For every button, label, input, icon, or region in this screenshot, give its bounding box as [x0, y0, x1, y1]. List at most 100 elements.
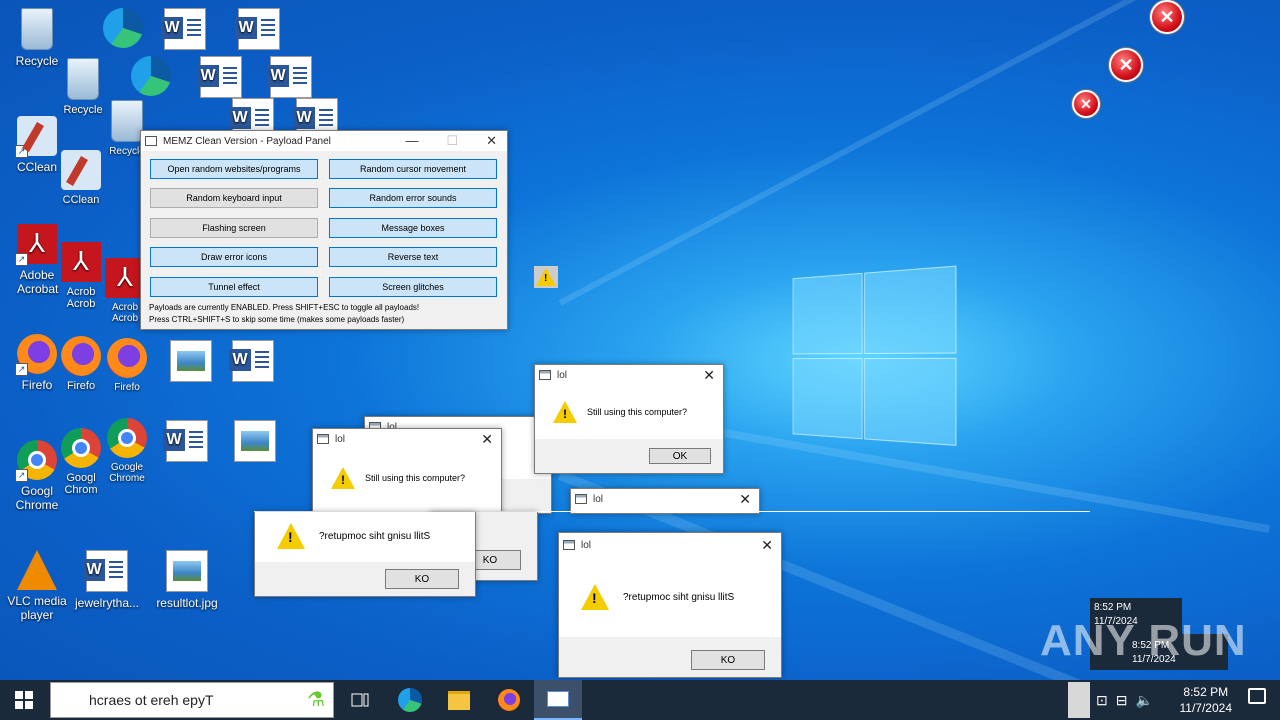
image-file-icon [166, 550, 208, 592]
title-bar: lol [559, 533, 781, 557]
close-icon[interactable]: ✕ [703, 367, 715, 384]
maximize-icon[interactable]: ☐ [446, 133, 458, 149]
windows-start-icon [15, 691, 33, 709]
payload-toggle-button[interactable]: Random cursor movement [329, 159, 497, 179]
word-document[interactable] [152, 420, 222, 466]
shortcut-arrow-icon: ↗ [15, 145, 28, 158]
taskbar-clock[interactable]: 8:52 PM 11/7/2024 [1180, 684, 1233, 716]
payload-toggle-button[interactable]: Open random websites/programs [150, 159, 318, 179]
ok-button[interactable]: KO [691, 650, 765, 670]
icon-label: CClean [62, 194, 100, 206]
close-icon[interactable]: ✕ [481, 431, 493, 448]
message-box-reversed: ! ?retupmoc siht gnisu llitS KO [254, 512, 476, 597]
minimize-icon[interactable]: — [405, 133, 418, 149]
payload-toggle-button[interactable]: Draw error icons [150, 247, 318, 267]
wifi-icon[interactable]: ⊟ [1116, 692, 1136, 708]
ok-button[interactable]: KO [385, 569, 459, 589]
error-icon: ✕ [1150, 0, 1184, 34]
show-desktop-strip[interactable] [1068, 682, 1090, 718]
search-input[interactable]: hcraes ot ereh epyT ⚗ [50, 682, 334, 718]
word-document-icon [83, 550, 128, 592]
payload-toggle-button[interactable]: Random error sounds [329, 188, 497, 208]
word-document[interactable] [256, 56, 326, 102]
window-title: MEMZ Clean Version - Payload Panel [163, 135, 331, 147]
edge-icon-item[interactable] [116, 56, 186, 100]
memz-taskbar-icon[interactable] [534, 680, 582, 720]
image-file-icon [234, 420, 276, 462]
word-document-icon [163, 420, 208, 462]
clock-date: 11/7/2024 [1179, 701, 1233, 715]
ok-button[interactable]: OK [649, 448, 711, 464]
volume-icon[interactable]: 🔈 [1135, 692, 1160, 708]
error-icon: ✕ [1072, 90, 1100, 118]
icon-label: Google Chrome [109, 462, 145, 484]
dialog-title: lol [593, 493, 604, 505]
word-document[interactable] [224, 8, 294, 54]
firefox-taskbar-icon[interactable] [493, 684, 525, 716]
windows-logo-wallpaper [792, 265, 967, 456]
payload-toggle-button[interactable]: Random keyboard input [150, 188, 318, 208]
status-text: Press CTRL+SHIFT+S to skip some time (ma… [149, 315, 405, 324]
warning-icon: ! [534, 266, 558, 288]
icon-label: Acrob Acrob [111, 302, 139, 324]
edge-icon-item[interactable] [88, 8, 158, 52]
payload-toggle-button[interactable]: Message boxes [329, 218, 497, 238]
dialog-title: lol [335, 433, 346, 445]
firefox-shortcut-copy[interactable]: Firefo [92, 338, 162, 393]
payload-panel-window: MEMZ Clean Version - Payload Panel — ☐ ✕… [140, 130, 508, 330]
app-icon [145, 136, 157, 146]
watermark-text: ANY RUN [1040, 616, 1247, 665]
ccleaner-shortcut-copy[interactable]: CClean [46, 150, 116, 206]
dialog-footer: KO [559, 637, 781, 677]
dialog-title: lol [581, 539, 592, 551]
dialog-message: Still using this computer? [365, 473, 466, 483]
payload-toggle-button[interactable]: Screen glitches [329, 277, 497, 297]
title-bar: lol [571, 489, 759, 509]
chrome-icon [107, 418, 147, 458]
recycle-bin-icon [111, 100, 143, 142]
icon-label: resultlot.jpg [156, 596, 218, 610]
warning-icon: ! [331, 467, 355, 489]
word-document-icon [267, 56, 312, 98]
image-file[interactable] [156, 340, 226, 386]
network-icon[interactable]: ⊡ [1096, 692, 1116, 708]
close-icon[interactable]: ✕ [739, 491, 751, 508]
recycle-bin-icon [67, 58, 99, 100]
light-ray [558, 0, 1198, 306]
word-document[interactable] [218, 340, 288, 386]
image-file[interactable] [220, 420, 290, 466]
message-box-reversed: lol ✕ ! ?retupmoc siht gnisu llitS KO [558, 532, 782, 678]
firefox-icon [107, 338, 147, 378]
app-icon [539, 370, 551, 380]
image-file[interactable]: resultlot.jpg [152, 550, 222, 610]
word-document[interactable] [186, 56, 256, 102]
word-document[interactable]: jewelrytha... [72, 550, 142, 610]
vlc-shortcut[interactable]: VLC media player [2, 550, 72, 622]
dialog-body: ! ?retupmoc siht gnisu llitS [255, 512, 475, 560]
payload-toggle-button[interactable]: Flashing screen [150, 218, 318, 238]
payload-toggle-button[interactable]: Reverse text [329, 247, 497, 267]
word-document[interactable] [150, 8, 220, 54]
ghost-time: 8:52 PM [1094, 602, 1132, 613]
folder-icon [448, 690, 470, 710]
dialog-body: ! Still using this computer? [313, 449, 501, 507]
edge-taskbar-icon[interactable] [394, 684, 426, 716]
edge-icon [398, 688, 422, 712]
start-button[interactable] [0, 680, 48, 720]
warning-icon: ! [553, 401, 577, 423]
task-view-glyph [351, 693, 369, 707]
app-icon [317, 434, 329, 444]
warning-icon: ! [277, 523, 305, 549]
edge-icon [103, 8, 143, 48]
error-icon: ✕ [1109, 48, 1143, 82]
tray-icons[interactable]: ⊡⊟🔈 [1096, 692, 1161, 709]
notification-icon[interactable] [1248, 688, 1266, 704]
file-explorer-icon[interactable] [443, 684, 475, 716]
close-icon[interactable]: ✕ [761, 537, 773, 554]
task-view-icon[interactable] [344, 684, 376, 716]
payload-toggle-button[interactable]: Tunnel effect [150, 277, 318, 297]
close-icon[interactable]: ✕ [486, 133, 497, 149]
word-document-icon [229, 340, 274, 382]
firefox-icon [498, 689, 520, 711]
dialog-message: ?retupmoc siht gnisu llitS [623, 591, 735, 603]
